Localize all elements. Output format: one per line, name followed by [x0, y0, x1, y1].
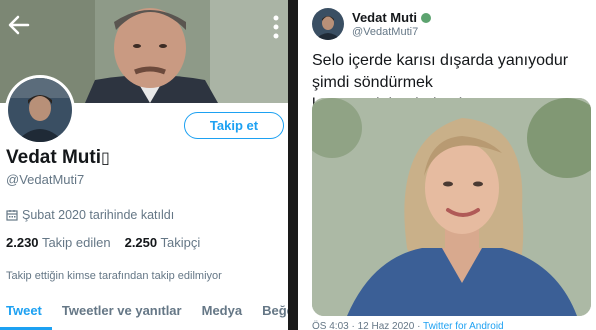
tweet-source-link[interactable]: Twitter for Android [423, 321, 504, 330]
tab-tweet[interactable]: Tweet [0, 293, 52, 330]
tweet-timestamp: ÖS 4:03 · 12 Haz 2020 · [312, 321, 421, 330]
joined-text: Şubat 2020 tarihinde katıldı [22, 208, 175, 222]
profile-name: Vedat Muti▯ [6, 147, 110, 169]
profile-joined: Şubat 2020 tarihinde katıldı [6, 208, 174, 222]
tab-likes[interactable]: Beğe [252, 293, 288, 330]
follow-button[interactable]: Takip et [184, 112, 284, 139]
calendar-icon [6, 210, 18, 221]
tweet-author-name-text: Vedat Muti [352, 10, 418, 25]
followed-by-note: Takip ettiğin kimse tarafından takip edi… [6, 270, 222, 282]
profile-avatar[interactable] [5, 75, 75, 145]
tweet-meta: ÖS 4:03 · 12 Haz 2020 · Twitter for Andr… [312, 321, 504, 330]
tweet-panel: Vedat Muti @VedatMuti7 Selo içerde karıs… [298, 0, 596, 330]
profile-name-glyph: ▯ [101, 150, 110, 167]
profile-panel: Takip et Vedat Muti▯ @VedatMuti7 Şubat 2… [0, 0, 288, 330]
following-count: 2.230 [6, 235, 39, 250]
status-dot-icon [421, 12, 432, 23]
tab-media[interactable]: Medya [192, 293, 252, 330]
followers-count: 2.250 [124, 235, 158, 250]
tweet-author-handle: @VedatMuti7 [352, 26, 419, 38]
more-vertical-icon[interactable] [272, 14, 280, 40]
tab-tweets-replies[interactable]: Tweetler ve yanıtlar [52, 293, 192, 330]
avatar-photo [8, 78, 72, 142]
following-link[interactable]: 2.230 Takip edilen [6, 235, 111, 250]
arrow-left-icon[interactable] [6, 12, 32, 38]
tweet-author-name[interactable]: Vedat Muti [352, 10, 432, 25]
followers-label: Takipçi [160, 235, 201, 250]
profile-tabs: Tweet Tweetler ve yanıtlar Medya Beğe [0, 293, 288, 330]
profile-name-text: Vedat Muti [6, 147, 102, 168]
avatar-photo [312, 8, 344, 40]
tweet-photo[interactable] [312, 98, 591, 316]
tweet-photo-image [312, 98, 591, 316]
profile-handle: @VedatMuti7 [6, 172, 85, 187]
followers-link[interactable]: 2.250 Takipçi [125, 235, 201, 250]
profile-stats: 2.230 Takip edilen 2.250 Takipçi [6, 235, 200, 250]
tweet-author-avatar[interactable] [312, 8, 344, 40]
following-label: Takip edilen [41, 235, 111, 250]
